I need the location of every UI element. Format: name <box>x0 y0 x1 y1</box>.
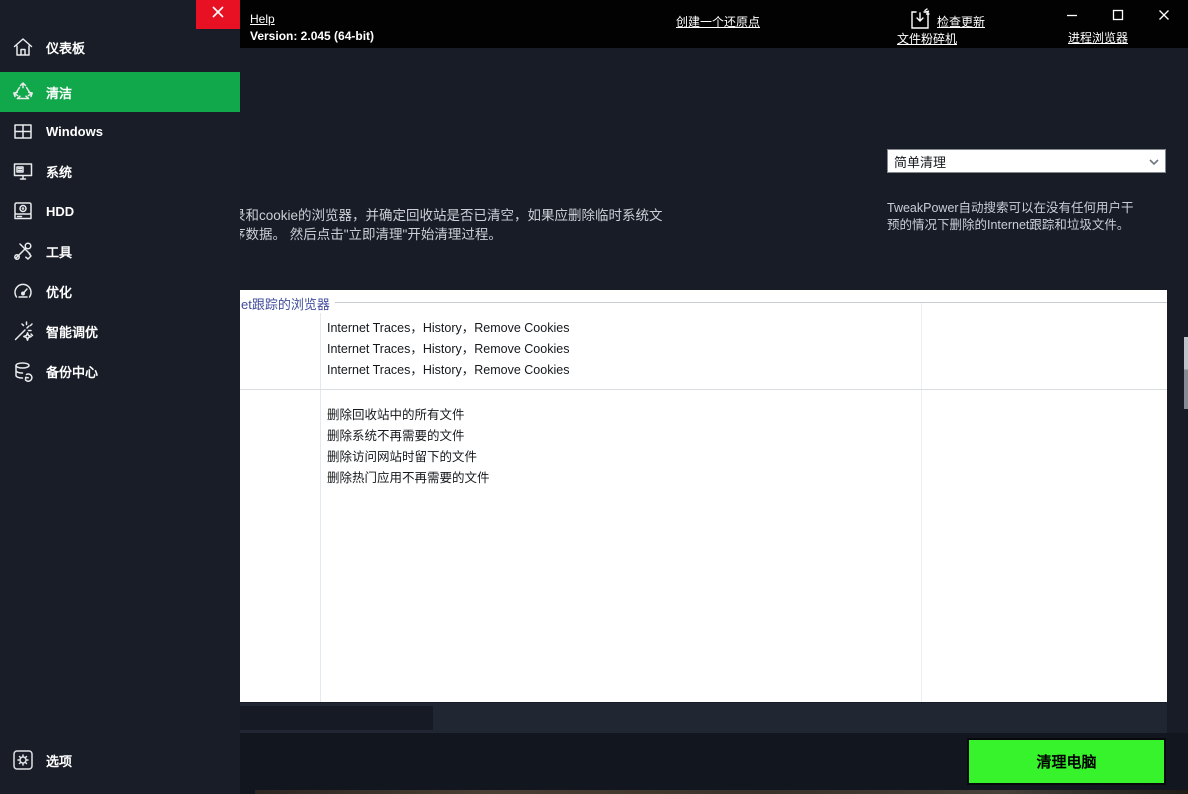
cleanup-item-row: 删除热门应用不再需要的文件 <box>327 467 490 486</box>
speedometer-icon <box>10 278 36 304</box>
sidebar-item-optimize[interactable]: 优化 <box>0 271 240 311</box>
sidebar-item-system[interactable]: 系统 <box>0 151 240 191</box>
magic-wand-icon <box>10 318 36 344</box>
tools-icon <box>10 238 36 264</box>
mode-description-line2: 预的情况下删除的Internet跟踪和垃圾文件。 <box>887 214 1187 233</box>
recycle-icon <box>10 79 36 105</box>
background-window-edge <box>255 790 1188 794</box>
tweakpower-window: { "topbar": { "help": "Help", "version":… <box>0 0 1188 794</box>
dropdown-value: 简单清理 <box>894 152 946 171</box>
check-update-link[interactable]: 检查更新 <box>937 13 985 30</box>
results-panel: et跟踪的浏览器 Internet Traces，History，Remove … <box>240 290 1167 702</box>
column-divider-left <box>320 303 321 702</box>
hdd-icon <box>10 198 36 224</box>
column-divider-right <box>921 303 922 702</box>
sidebar-item-label: 仪表板 <box>46 38 85 57</box>
sidebar-item-tools[interactable]: 工具 <box>0 231 240 271</box>
topbar: Help Version: 2.045 (64-bit) 创建一个还原点 检查更… <box>240 0 1188 48</box>
sidebar-item-label: 清洁 <box>46 83 72 102</box>
cleanup-item-row: 删除系统不再需要的文件 <box>327 425 465 444</box>
cleanup-item-row: 删除访问网站时留下的文件 <box>327 446 477 465</box>
sidebar-item-smart-tuning[interactable]: 智能调优 <box>0 311 240 351</box>
clean-mode-dropdown[interactable]: 简单清理 <box>887 149 1166 173</box>
monitor-icon <box>10 158 36 184</box>
groupbox-top-border <box>326 302 1167 303</box>
sidebar-item-clean[interactable]: 清洁 <box>0 72 240 112</box>
sidebar-item-backup-center[interactable]: 备份中心 <box>0 351 240 391</box>
browser-trace-row: Internet Traces，History，Remove Cookies <box>327 359 569 378</box>
intro-text-line1: 录和cookie的浏览器，并确定回收站是否已清空，如果应删除临时系统文 <box>240 204 663 224</box>
minimize-icon <box>1065 8 1079 27</box>
cleanup-item-row: 删除回收站中的所有文件 <box>327 404 465 423</box>
clean-computer-button[interactable]: 清理电脑 <box>967 738 1166 785</box>
sidebar-item-dashboard[interactable]: 仪表板 <box>0 27 240 67</box>
group-label-browsers: et跟踪的浏览器 <box>241 294 335 313</box>
status-strip <box>240 703 1167 733</box>
home-icon <box>10 34 36 60</box>
sidebar-item-label: HDD <box>46 204 74 219</box>
minimize-button[interactable] <box>1060 5 1084 29</box>
chevron-down-icon <box>1148 156 1160 171</box>
browser-trace-row: Internet Traces，History，Remove Cookies <box>327 317 569 336</box>
sidebar-item-label: Windows <box>46 124 103 139</box>
backup-icon <box>10 358 36 384</box>
sidebar-item-options[interactable]: 选项 <box>0 740 240 780</box>
footer-bar: 清理电脑 <box>240 733 1188 794</box>
scrollbar-thumb[interactable] <box>1184 337 1188 409</box>
sidebar-item-label: 选项 <box>46 751 72 770</box>
maximize-icon <box>1111 8 1125 27</box>
windows-icon <box>10 118 36 144</box>
sidebar-item-label: 系统 <box>46 162 72 181</box>
sidebar-item-label: 备份中心 <box>46 362 98 381</box>
sidebar-item-label: 智能调优 <box>46 322 98 341</box>
status-strip-segment <box>240 706 433 730</box>
sidebar-item-label: 工具 <box>46 242 72 261</box>
overlay-close-button[interactable] <box>196 0 240 29</box>
window-close-button[interactable] <box>1152 5 1176 29</box>
browser-trace-row: Internet Traces，History，Remove Cookies <box>327 338 569 357</box>
sidebar-item-hdd[interactable]: HDD <box>0 191 240 231</box>
close-icon <box>210 4 226 25</box>
process-browser-link[interactable]: 进程浏览器 <box>1068 29 1128 46</box>
sidebar-item-label: 优化 <box>46 282 72 301</box>
section-separator <box>240 389 1167 390</box>
create-restore-point-link[interactable]: 创建一个还原点 <box>676 13 760 30</box>
intro-text-line2: 序数据。 然后点击"立即清理"开始清理过程。 <box>240 223 502 243</box>
sidebar: 仪表板 清洁 Windows 系统 HDD <box>0 0 240 794</box>
file-shredder-link[interactable]: 文件粉碎机 <box>897 30 957 47</box>
maximize-button[interactable] <box>1106 5 1130 29</box>
close-icon <box>1157 8 1171 27</box>
main-content: 录和cookie的浏览器，并确定回收站是否已清空，如果应删除临时系统文 序数据。… <box>240 48 1188 794</box>
gear-icon <box>10 747 36 773</box>
version-text: Version: 2.045 (64-bit) <box>250 29 374 43</box>
sidebar-item-windows[interactable]: Windows <box>0 111 240 151</box>
help-link[interactable]: Help <box>250 12 275 26</box>
